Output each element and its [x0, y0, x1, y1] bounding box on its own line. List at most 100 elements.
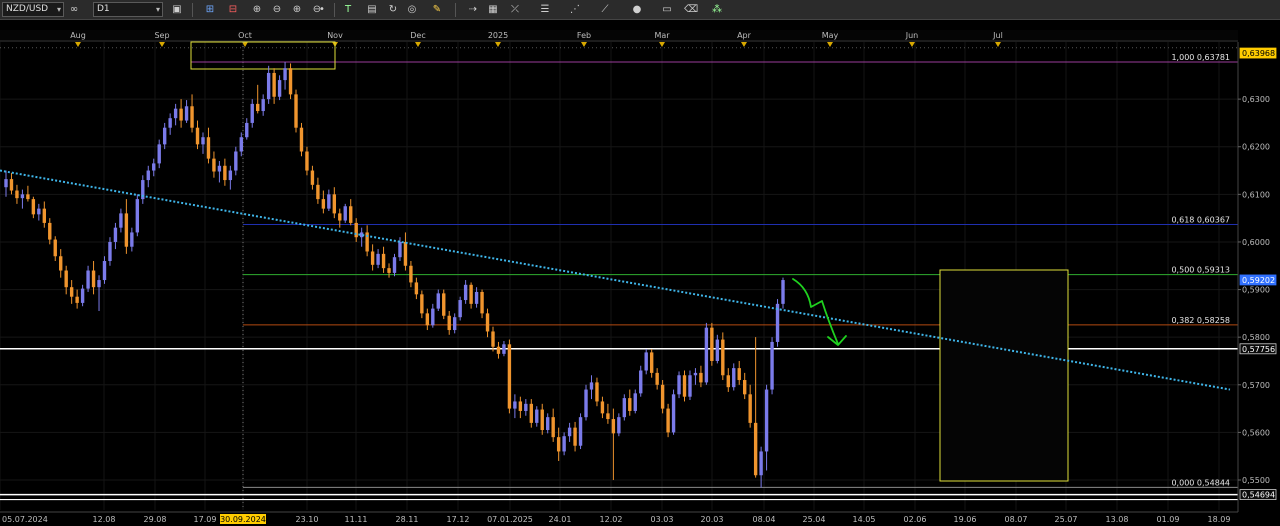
price-tick-label: 0,5800: [1242, 333, 1270, 342]
price-tick-label: 0,6000: [1242, 238, 1270, 247]
candle-body: [606, 413, 610, 420]
candle-body: [179, 108, 183, 121]
price-tag-label: 0,57756: [1242, 345, 1275, 354]
candle-body: [343, 206, 347, 221]
date-label: 11.11: [345, 515, 368, 524]
candle-body: [660, 384, 665, 409]
zoom-out-icon[interactable]: ⊖: [270, 3, 284, 16]
candle-body: [195, 127, 200, 145]
candle-body: [699, 372, 703, 383]
month-axis-strip: [0, 30, 1238, 42]
channel-icon[interactable]: ☰: [538, 3, 552, 16]
candle-body: [261, 99, 265, 112]
month-label: 2025: [488, 31, 508, 40]
pencil-icon[interactable]: ✎: [430, 3, 444, 16]
candle-body: [146, 170, 150, 181]
point-icon[interactable]: •: [318, 3, 326, 16]
price-axis: 0,6300 0,6200 0,6100 0,6000 0,5900 0,5800 0,57…: [1237, 42, 1280, 512]
candle-body: [206, 137, 211, 159]
candle-body: [595, 382, 599, 402]
candle-body: [64, 270, 68, 288]
date-label: 02.06: [904, 515, 927, 524]
grid-icon[interactable]: ▦: [486, 3, 500, 16]
candle-body: [611, 419, 616, 434]
candle-body: [737, 368, 741, 381]
candle-body: [272, 72, 276, 97]
arrow-tool-icon[interactable]: ⇢: [466, 3, 480, 16]
candle-body: [649, 352, 654, 373]
price-chart[interactable]: Aug Sep Oct Nov Dec 2025 Feb Mar Apr May Jun Jul 1,…: [0, 0, 1280, 526]
candle-body: [370, 251, 375, 265]
candle-body: [726, 375, 730, 388]
indicator-icon[interactable]: ⤫: [508, 3, 522, 16]
fib-level-label: 0,618 0,60367: [1171, 215, 1230, 224]
candle-body: [26, 194, 30, 200]
chart-type-icon[interactable]: ▣: [170, 3, 184, 16]
candle-body: [704, 327, 709, 383]
chevron-down-icon: ▾: [155, 5, 160, 14]
candle-body: [173, 108, 178, 119]
price-tick-label: 0,5600: [1242, 428, 1270, 437]
candle-body: [69, 287, 74, 297]
date-label: 25.07: [1055, 515, 1078, 524]
month-label: Feb: [577, 31, 591, 40]
candle-body: [491, 331, 495, 347]
date-label: 19.06: [954, 515, 977, 524]
eraser-icon[interactable]: ⌫: [684, 3, 698, 16]
date-label: 18.09: [1208, 515, 1231, 524]
text-tool-icon[interactable]: T: [341, 3, 355, 16]
date-label: 12.08: [93, 515, 116, 524]
cycle-icon[interactable]: ⟋: [598, 3, 612, 16]
candle-body: [245, 122, 249, 138]
month-label: May: [822, 31, 839, 40]
timeframe-select[interactable]: D1 ▾: [93, 2, 163, 17]
candle-body: [119, 213, 123, 228]
globe-icon[interactable]: ◎: [405, 3, 419, 16]
month-label: Nov: [327, 31, 343, 40]
candle-body: [513, 401, 517, 409]
refresh-icon[interactable]: ↻: [386, 3, 400, 16]
candle-body: [277, 80, 282, 97]
date-label: 12.02: [600, 515, 623, 524]
date-label: 25.04: [803, 515, 826, 524]
date-label: 13.08: [1106, 515, 1129, 524]
candle-body: [190, 106, 194, 128]
candle-body: [162, 127, 167, 145]
candle-body: [584, 389, 588, 418]
candle-body: [458, 300, 462, 318]
candle-body: [573, 427, 577, 446]
candle-body: [86, 270, 90, 289]
fibonacci-icon[interactable]: ⋰: [568, 3, 582, 16]
template-icon[interactable]: ▤: [365, 3, 379, 16]
candle-body: [387, 268, 391, 273]
trendline-icon[interactable]: ⊟: [226, 3, 240, 16]
price-tick-label: 0,6100: [1242, 190, 1270, 199]
cursor-icon[interactable]: ⊞: [203, 3, 217, 16]
candle-body: [157, 144, 161, 164]
fib-level-label: 0,382 0,58258: [1171, 316, 1230, 325]
link-icon[interactable]: ∞: [67, 3, 81, 16]
symbol-value: NZD/USD: [6, 4, 49, 14]
candle-body: [310, 170, 315, 185]
symbol-select[interactable]: NZD/USD ▾: [2, 2, 64, 17]
candle-body: [693, 372, 698, 376]
toolbar: NZD/USD ▾ ∞ D1 ▾ ▣ ⊞ ⊟ ⊕ ⊖ ⊕ ⊖ • T ▤ ↻ ◎…: [0, 0, 1280, 20]
candle-body: [48, 222, 52, 240]
candle-body: [562, 436, 566, 452]
chevron-down-icon: ▾: [56, 5, 61, 14]
candle-body: [688, 375, 692, 397]
zoom-in-icon[interactable]: ⊕: [290, 3, 304, 16]
settings-icon[interactable]: ⁂: [710, 3, 724, 16]
rectangle-icon[interactable]: ▭: [660, 3, 674, 16]
circle-icon[interactable]: ●: [630, 3, 644, 16]
candle-body: [556, 437, 561, 452]
candle-body: [256, 103, 260, 112]
zoom-in-icon[interactable]: ⊕: [250, 3, 264, 16]
candle-body: [108, 241, 112, 262]
candle-body: [753, 422, 758, 476]
date-label: 05.07.2024: [2, 515, 48, 524]
candle-body: [540, 409, 544, 431]
candle-body: [628, 398, 632, 411]
candle-body: [759, 451, 763, 476]
candle-body: [431, 308, 435, 326]
